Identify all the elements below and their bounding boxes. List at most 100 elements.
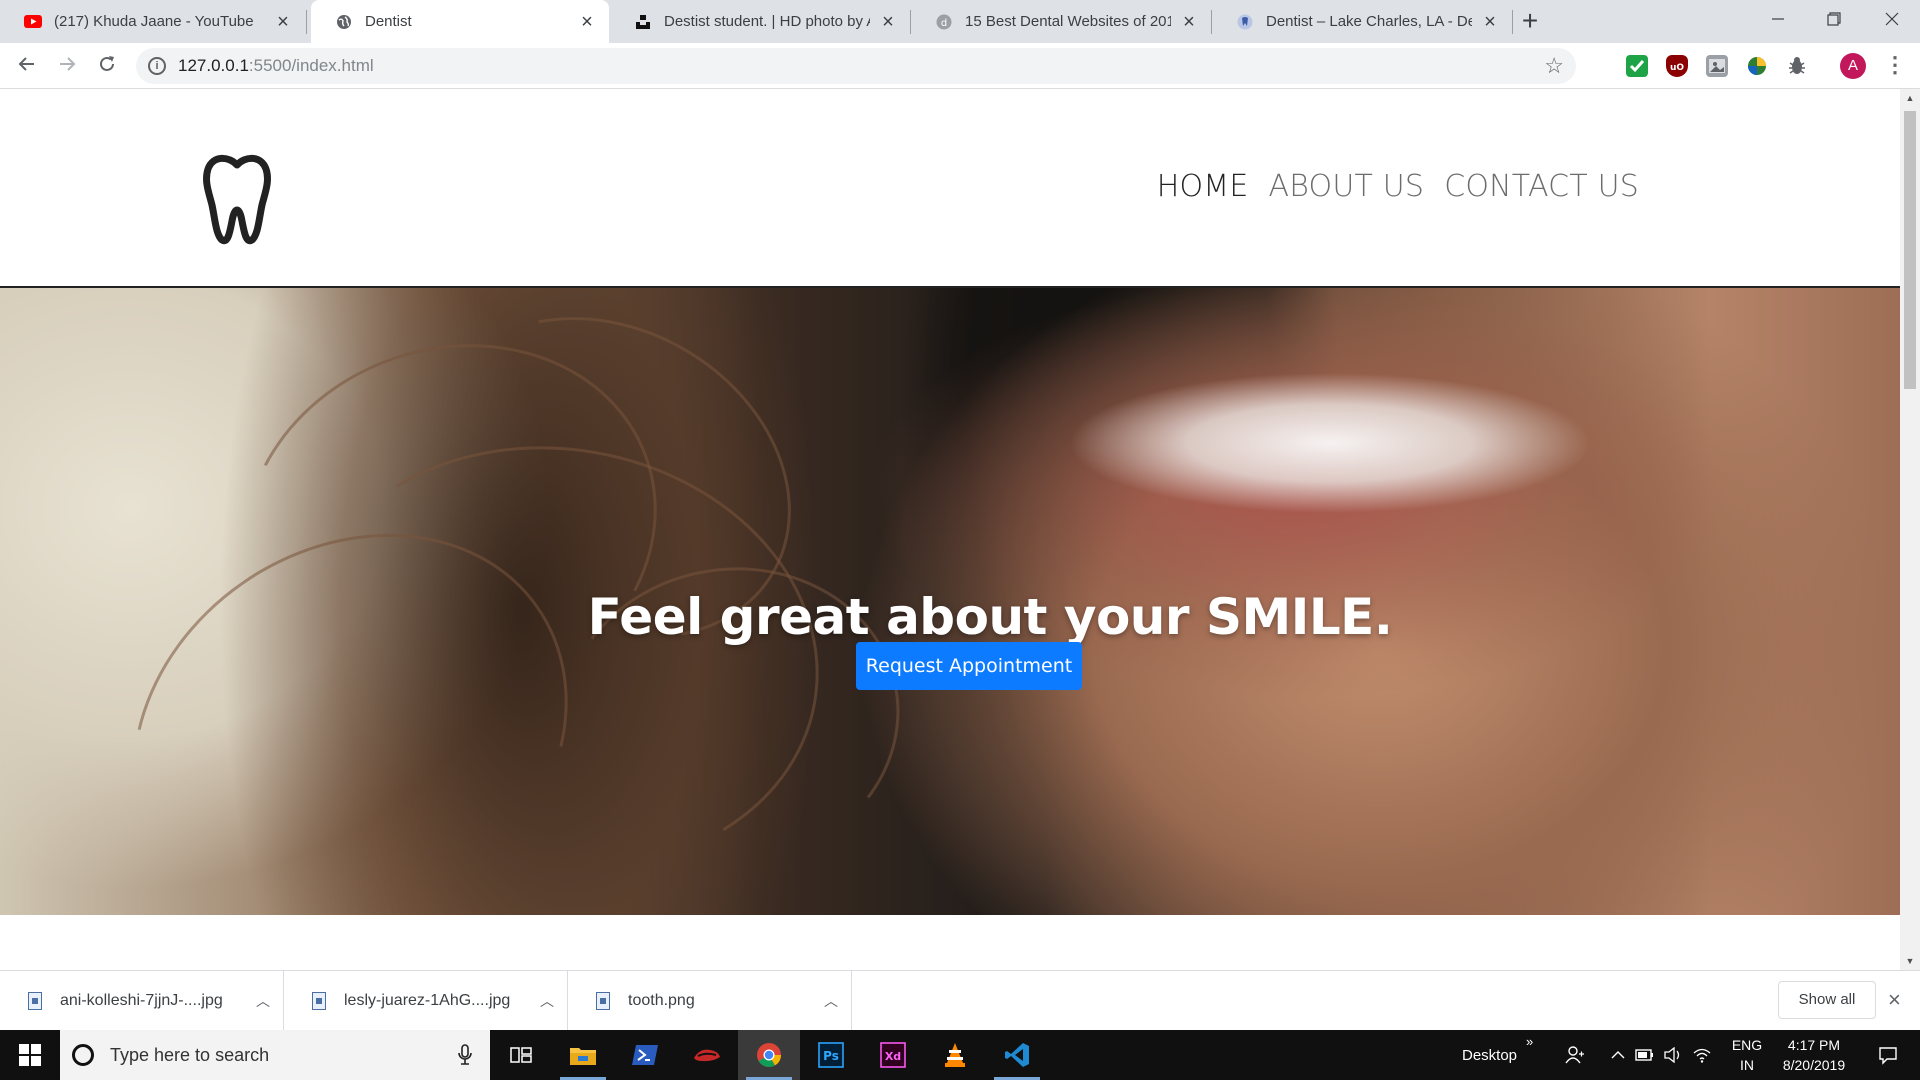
windows-taskbar: Type here to search Ps Xd Desktop » ENG … <box>0 1030 1920 1080</box>
reload-button[interactable] <box>92 51 122 81</box>
hero-heading: Feel great about your SMILE. <box>587 588 1393 646</box>
close-tab-icon[interactable]: × <box>1179 12 1199 32</box>
youtube-icon <box>24 13 42 31</box>
bug-extension-icon[interactable] <box>1786 55 1808 77</box>
download-shelf: ani-kolleshi-7jjnJ-....jpg ︿ lesly-juare… <box>0 970 1920 1031</box>
download-item[interactable]: lesly-juarez-1AhG....jpg ︿ <box>284 971 568 1031</box>
tab-separator <box>1512 10 1513 34</box>
new-tab-button[interactable]: + <box>1516 7 1544 36</box>
svg-text:Xd: Xd <box>885 1050 901 1063</box>
racing-app-icon[interactable] <box>676 1030 738 1080</box>
checkmark-extension-icon[interactable] <box>1626 55 1648 77</box>
download-filename: lesly-juarez-1AhG....jpg <box>344 992 511 1009</box>
svg-text:uO: uO <box>1670 63 1684 73</box>
show-all-downloads-button[interactable]: Show all <box>1778 981 1876 1019</box>
download-item[interactable]: ani-kolleshi-7jjnJ-....jpg ︿ <box>0 971 284 1031</box>
bookmark-star-icon[interactable]: ☆ <box>1544 53 1564 79</box>
close-tab-icon[interactable]: × <box>273 12 293 32</box>
search-placeholder: Type here to search <box>110 1044 270 1065</box>
chevron-up-icon[interactable]: ︿ <box>811 991 851 1011</box>
color-picker-extension-icon[interactable] <box>1746 55 1768 77</box>
toolbar-expand-icon[interactable]: » <box>1526 1030 1533 1080</box>
close-tab-icon[interactable]: × <box>577 12 597 32</box>
url-text[interactable]: 127.0.0.1:5500/index.html <box>178 56 374 76</box>
profile-avatar[interactable]: A <box>1840 53 1866 79</box>
download-filename: ani-kolleshi-7jjnJ-....jpg <box>60 992 223 1009</box>
browser-tab-strip: (217) Khuda Jaane - YouTube × Dentist × … <box>0 0 1920 43</box>
minimize-button[interactable] <box>1750 0 1806 43</box>
wifi-icon[interactable] <box>1688 1030 1716 1080</box>
taskbar-search-box[interactable]: Type here to search <box>60 1030 490 1080</box>
people-icon[interactable] <box>1560 1030 1590 1080</box>
info-icon[interactable]: i <box>148 57 166 75</box>
system-clock[interactable]: 4:17 PM 8/20/2019 <box>1768 1035 1860 1075</box>
ublock-extension-icon[interactable]: uO <box>1666 55 1688 77</box>
vscode-icon[interactable] <box>986 1030 1048 1080</box>
dental-site-icon <box>1236 13 1254 31</box>
scroll-up-icon[interactable]: ▲ <box>1900 89 1920 107</box>
url-host: 127.0.0.1 <box>178 56 249 75</box>
back-button[interactable] <box>12 51 42 81</box>
task-view-icon[interactable] <box>490 1030 552 1080</box>
tab-unsplash[interactable]: Destist student. | HD photo by Ar × <box>610 0 910 43</box>
tab-title: 15 Best Dental Websites of 2018 <box>965 13 1171 30</box>
notification-center-icon[interactable] <box>1862 1030 1914 1080</box>
image-file-icon <box>596 992 610 1010</box>
chevron-up-icon[interactable]: ︿ <box>527 991 567 1011</box>
vlc-icon[interactable] <box>924 1030 986 1080</box>
globe-icon <box>335 13 353 31</box>
tab-title: Destist student. | HD photo by Ar <box>664 13 870 30</box>
adobe-xd-icon[interactable]: Xd <box>862 1030 924 1080</box>
tab-dental-websites[interactable]: d 15 Best Dental Websites of 2018 × <box>911 0 1211 43</box>
page-scrollbar[interactable]: ▲ ▼ <box>1900 89 1920 970</box>
hero-banner: Feel great about your SMILE. <box>0 288 1900 915</box>
tab-dentist[interactable]: Dentist × <box>311 0 609 43</box>
svg-text:d: d <box>941 18 947 29</box>
desktop-toolbar-label[interactable]: Desktop <box>1462 1030 1517 1080</box>
page-viewport: HOME ABOUT US CONTACT US Feel great abou… <box>0 89 1900 970</box>
nav-contact-us-link[interactable]: CONTACT US <box>1444 169 1639 204</box>
tab-title: Dentist <box>365 13 412 30</box>
windows-logo-icon <box>19 1044 41 1066</box>
request-appointment-button[interactable]: Request Appointment <box>856 642 1082 690</box>
volume-icon[interactable] <box>1660 1030 1686 1080</box>
site-icon: d <box>935 13 953 31</box>
unsplash-icon <box>634 13 652 31</box>
chevron-up-icon[interactable] <box>1606 1030 1630 1080</box>
tab-youtube[interactable]: (217) Khuda Jaane - YouTube × <box>0 0 305 43</box>
photoshop-icon[interactable]: Ps <box>800 1030 862 1080</box>
image-file-icon <box>28 992 42 1010</box>
windows-start-button[interactable] <box>0 1030 60 1080</box>
input-language-indicator[interactable]: ENG IN <box>1730 1035 1764 1075</box>
url-path: :5500/index.html <box>248 56 374 75</box>
restore-button[interactable] <box>1806 0 1862 43</box>
browser-menu-icon[interactable]: ⋮ <box>1884 52 1906 80</box>
download-item[interactable]: tooth.png ︿ <box>568 971 852 1031</box>
microphone-icon[interactable] <box>450 1040 480 1070</box>
address-bar[interactable]: i 127.0.0.1:5500/index.html ☆ <box>136 48 1576 84</box>
image-file-icon <box>312 992 326 1010</box>
nav-about-us-link[interactable]: ABOUT US <box>1269 169 1425 204</box>
tooth-logo-icon[interactable] <box>202 147 272 247</box>
tab-lake-charles[interactable]: Dentist – Lake Charles, LA - Dent × <box>1212 0 1512 43</box>
photo-extension-icon[interactable] <box>1706 55 1728 77</box>
chrome-icon[interactable] <box>738 1030 800 1080</box>
scrollbar-thumb[interactable] <box>1904 111 1916 389</box>
close-tab-icon[interactable]: × <box>878 12 898 32</box>
close-window-button[interactable] <box>1864 0 1920 43</box>
cortana-circle-icon <box>72 1044 94 1066</box>
tab-title: Dentist – Lake Charles, LA - Dent <box>1266 13 1472 30</box>
close-tab-icon[interactable]: × <box>1480 12 1500 32</box>
language-code: ENG <box>1731 1037 1763 1053</box>
forward-button[interactable] <box>52 51 82 81</box>
battery-icon[interactable] <box>1632 1030 1658 1080</box>
clock-time: 4:17 PM <box>1787 1037 1841 1053</box>
nav-home-link[interactable]: HOME <box>1157 169 1249 204</box>
close-shelf-icon[interactable]: × <box>1888 987 1901 1013</box>
scroll-down-icon[interactable]: ▼ <box>1900 952 1920 970</box>
file-explorer-icon[interactable] <box>552 1030 614 1080</box>
download-filename: tooth.png <box>628 992 695 1009</box>
region-code: IN <box>1740 1057 1754 1073</box>
powershell-icon[interactable] <box>614 1030 676 1080</box>
chevron-up-icon[interactable]: ︿ <box>243 991 283 1011</box>
